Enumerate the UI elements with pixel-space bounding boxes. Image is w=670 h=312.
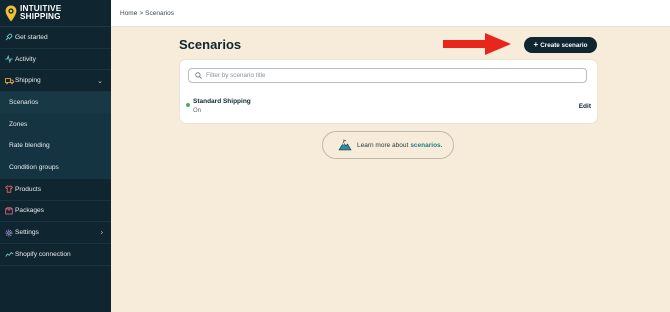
breadcrumb-separator: > [139,10,144,17]
sidebar-item-settings[interactable]: Settings › [0,222,111,244]
breadcrumb-home-link[interactable]: Home [120,10,137,17]
scenario-status: On [193,108,202,114]
learn-more-text: Learn more about [357,141,409,149]
activity-icon [4,54,14,64]
search-field[interactable] [188,68,587,83]
sidebar-item-products[interactable]: Products [0,179,111,201]
scenario-row[interactable]: Standard Shipping On Edit [186,98,591,118]
edit-scenario-link[interactable]: Edit [579,103,591,110]
shipping-submenu-list: Scenarios Zones Rate blending Condition … [0,92,111,179]
sidebar-item-label: Get started [15,33,48,41]
brand-name: INTUITIVE SHIPPING [20,4,61,21]
shipping-submenu: Scenarios Zones Rate blending Condition … [0,92,111,179]
rocket-icon [4,32,14,42]
sidebar-item-packages[interactable]: Packages [0,201,111,223]
sidebar-item-rate-blending[interactable]: Rate blending [0,135,111,158]
top-bar: Home > Scenarios [111,0,670,27]
search-icon [195,72,202,79]
sidebar-item-label: Shopify connection [15,250,71,258]
learn-more-scenarios-link[interactable]: scenarios. [410,142,442,149]
breadcrumb-current: Scenarios [145,10,175,17]
sidebar-item-get-started[interactable]: Get started [0,27,111,49]
plus-icon: + [533,40,539,49]
gear-icon [4,228,14,238]
sidebar-item-label: Activity [15,55,36,63]
mountain-flag-icon [338,139,352,151]
scenario-title[interactable]: Standard Shipping [193,98,251,105]
sidebar-item-scenarios[interactable]: Scenarios [0,92,111,114]
link-icon [4,249,14,259]
chevron-right-icon: › [100,229,103,237]
brand-logo[interactable]: INTUITIVE SHIPPING [0,0,111,27]
sidebar-subitem-label: Scenarios [9,98,39,106]
sidebar-subitem-label: Zones [9,120,28,128]
sidebar-item-label: Packages [15,207,44,215]
sidebar-item-label: Settings [15,229,39,237]
brand-name-line2: SHIPPING [20,12,61,21]
status-dot-icon [186,103,190,107]
sidebar: INTUITIVE SHIPPING Get started Activity … [0,0,111,312]
sidebar-item-shipping[interactable]: Shipping ⌄ [0,70,111,93]
create-scenario-button[interactable]: + Create scenario [524,37,597,53]
sidebar-item-label: Products [15,185,42,193]
red-arrow-annotation [443,33,511,55]
location-pin-logo-icon [5,5,17,21]
search-input[interactable] [206,72,576,79]
sidebar-item-label: Shipping [15,77,41,85]
scenarios-card: Standard Shipping On Edit [180,60,597,123]
sidebar-nav: Get started Activity Shipping ⌄ Scenario… [0,27,111,266]
breadcrumb: Home > Scenarios [120,10,174,17]
sidebar-subitem-label: Rate blending [9,142,50,150]
shirt-icon [4,184,14,194]
learn-more-banner: Learn more about scenarios. [322,131,454,159]
truck-icon [4,76,14,86]
sidebar-item-activity[interactable]: Activity [0,49,111,71]
sidebar-subitem-label: Condition groups [9,163,59,171]
create-scenario-label: Create scenario [540,41,588,49]
page-title: Scenarios [179,37,242,52]
sidebar-item-condition-groups[interactable]: Condition groups [0,157,111,179]
package-icon [4,206,14,216]
sidebar-item-shopify-connection[interactable]: Shopify connection [0,244,111,266]
sidebar-item-zones[interactable]: Zones [0,114,111,136]
chevron-down-icon: ⌄ [97,77,103,85]
